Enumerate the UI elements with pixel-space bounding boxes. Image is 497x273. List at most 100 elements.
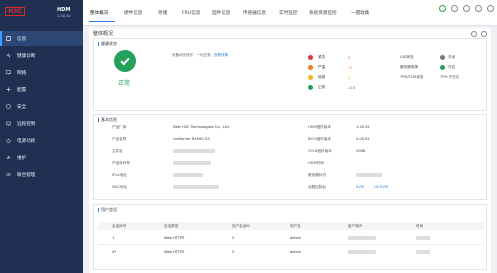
row-divider <box>98 244 484 245</box>
sidebar-item-federation[interactable]: 联合管理 <box>0 167 83 182</box>
remote-icon <box>6 121 11 126</box>
info-label: IPv4地址 <box>112 173 127 177</box>
sidebar-item-label: 信息 <box>17 36 27 42</box>
major-icon <box>308 65 313 70</box>
app-version: 1.30.32 <box>57 14 71 18</box>
alarm-normal[interactable]: 正常 118 <box>308 85 355 90</box>
config-icon <box>6 87 11 92</box>
sidebar-item-label: 健康诊断 <box>17 53 36 59</box>
help-icon[interactable] <box>487 5 494 12</box>
minor-icon <box>308 75 313 80</box>
tab-realtime[interactable]: 实时监控 <box>279 10 297 16</box>
info-label: 产品名称 <box>112 137 127 141</box>
sidebar-item-label: 网络 <box>17 70 27 76</box>
power-status-icon[interactable] <box>451 5 458 12</box>
tab-collect[interactable]: 一键收集 <box>351 10 369 16</box>
main-content: 整体概况 健康状态 正常 设备状态良好，一切正常。查看详情 紧急 0 严重 17… <box>89 28 491 273</box>
redacted-value <box>173 149 215 153</box>
sidebar-item-label: 安全 <box>17 104 27 110</box>
info-icon <box>6 36 11 41</box>
sidebar-item-info[interactable]: 信息 <box>0 31 83 46</box>
sidebar-item-config[interactable]: 配置 <box>0 82 83 97</box>
column-header: 时间 <box>416 224 424 228</box>
tab-overview[interactable]: 整体概况 <box>90 10 108 16</box>
redacted-value <box>173 161 211 165</box>
info-value: New H3C Technologies Co., Ltd. <box>173 125 230 129</box>
title-actions <box>471 31 487 37</box>
health-description: 设备状态良好，一切正常。查看详情 <box>172 53 228 57</box>
alarm-critical[interactable]: 紧急 0 <box>308 55 350 60</box>
power-status: 服务器电源 开启 <box>400 65 456 70</box>
redacted-value <box>348 236 376 240</box>
refresh-icon[interactable] <box>481 31 487 37</box>
info-value: 1.30.32 <box>356 125 370 129</box>
sidebar-item-remote[interactable]: 远程控制 <box>0 116 83 131</box>
alarm-major[interactable]: 严重 17 <box>308 65 353 70</box>
sidebar-item-label: 维护 <box>17 155 27 161</box>
column-header: 会话类型 <box>164 224 179 228</box>
redacted-value <box>356 173 382 177</box>
tab-resources[interactable]: 系统资源监控 <box>309 10 337 16</box>
sidebar-item-label: 联合管理 <box>17 172 36 178</box>
info-label: HDM固件版本 <box>308 125 331 129</box>
power-icon <box>440 65 445 70</box>
tab-hardware[interactable]: 硬件信息 <box>124 10 142 16</box>
info-label: 主机名 <box>112 149 123 153</box>
redacted-value <box>173 173 203 177</box>
health-section: 健康状态 正常 设备状态良好，一切正常。查看详情 紧急 0 严重 17 轻微 0… <box>93 38 487 111</box>
sidebar-item-label: 远程控制 <box>17 121 36 127</box>
redacted-value <box>416 250 430 254</box>
uid-status: UID状态 关闭 <box>400 55 456 60</box>
health-icon <box>6 53 11 58</box>
info-label: BIOS固件版本 <box>308 137 332 141</box>
shield-icon <box>6 104 11 109</box>
section-title: 健康状态 <box>98 41 117 47</box>
h5-kvm-link[interactable]: H5 KVM <box>374 185 388 189</box>
maintenance-icon <box>6 155 11 160</box>
health-status-icon[interactable] <box>439 5 446 12</box>
column-header: 客户端IP <box>348 224 363 228</box>
sidebar: H3C HDM 1.30.32 信息 健康诊断 网络 配置 安全 远程控制 电源… <box>0 0 83 273</box>
info-label: 产品厂商 <box>112 125 127 129</box>
user-icon[interactable] <box>475 5 482 12</box>
column-header: 用户会话ID <box>232 224 251 228</box>
section-title: 基本信息 <box>98 117 117 123</box>
checkmark-icon <box>114 50 136 72</box>
info-label: 服务器标识 <box>308 173 326 177</box>
app-name: HDM <box>57 7 71 13</box>
uid-icon <box>440 55 445 60</box>
tab-storage[interactable]: 存储 <box>158 10 167 16</box>
sidebar-item-power[interactable]: 电源功耗 <box>0 133 83 148</box>
redacted-value <box>416 236 430 240</box>
info-value: UniServer R4900 G3 <box>173 137 210 141</box>
tab-sensors[interactable]: 传感器信息 <box>243 10 266 16</box>
sidebar-item-network[interactable]: 网络 <box>0 65 83 80</box>
active-tab-indicator <box>89 21 115 23</box>
network-icon <box>6 70 11 75</box>
federation-icon <box>6 172 11 177</box>
info-value: V008 <box>356 149 366 153</box>
redacted-value <box>173 185 219 189</box>
power-icon <box>6 138 11 143</box>
tpm-status: TPM/TCM状态 TPM 不在位 <box>400 75 460 79</box>
health-detail-link[interactable]: 查看详情 <box>214 53 228 57</box>
sidebar-item-security[interactable]: 安全 <box>0 99 83 114</box>
info-label: HDM时间 <box>308 161 324 165</box>
info-label: 产品序列号 <box>112 161 130 165</box>
top-tab-bar: 整体概况 硬件信息 存储 FRU信息 固件信息 传感器信息 实时监控 系统资源监… <box>83 0 497 26</box>
help-icon[interactable] <box>471 31 477 37</box>
logo-area: H3C HDM 1.30.32 <box>0 0 83 28</box>
alarm-minor[interactable]: 轻微 0 <box>308 75 350 80</box>
tab-firmware[interactable]: 固件信息 <box>212 10 230 16</box>
info-value: 2.00.52 <box>356 137 370 141</box>
section-title: 用户会话 <box>98 207 117 213</box>
tab-fru[interactable]: FRU信息 <box>182 10 200 16</box>
uid-icon[interactable] <box>463 5 470 12</box>
sidebar-item-health[interactable]: 健康诊断 <box>0 48 83 63</box>
sidebar-item-maintenance[interactable]: 维护 <box>0 150 83 165</box>
kvm-link[interactable]: KVM <box>356 185 364 189</box>
basic-info-section: 基本信息 产品厂商 New H3C Technologies Co., Ltd.… <box>93 114 487 200</box>
info-label: MAC地址 <box>112 185 128 189</box>
redacted-value <box>348 250 376 254</box>
h3c-logo: H3C <box>5 7 25 16</box>
